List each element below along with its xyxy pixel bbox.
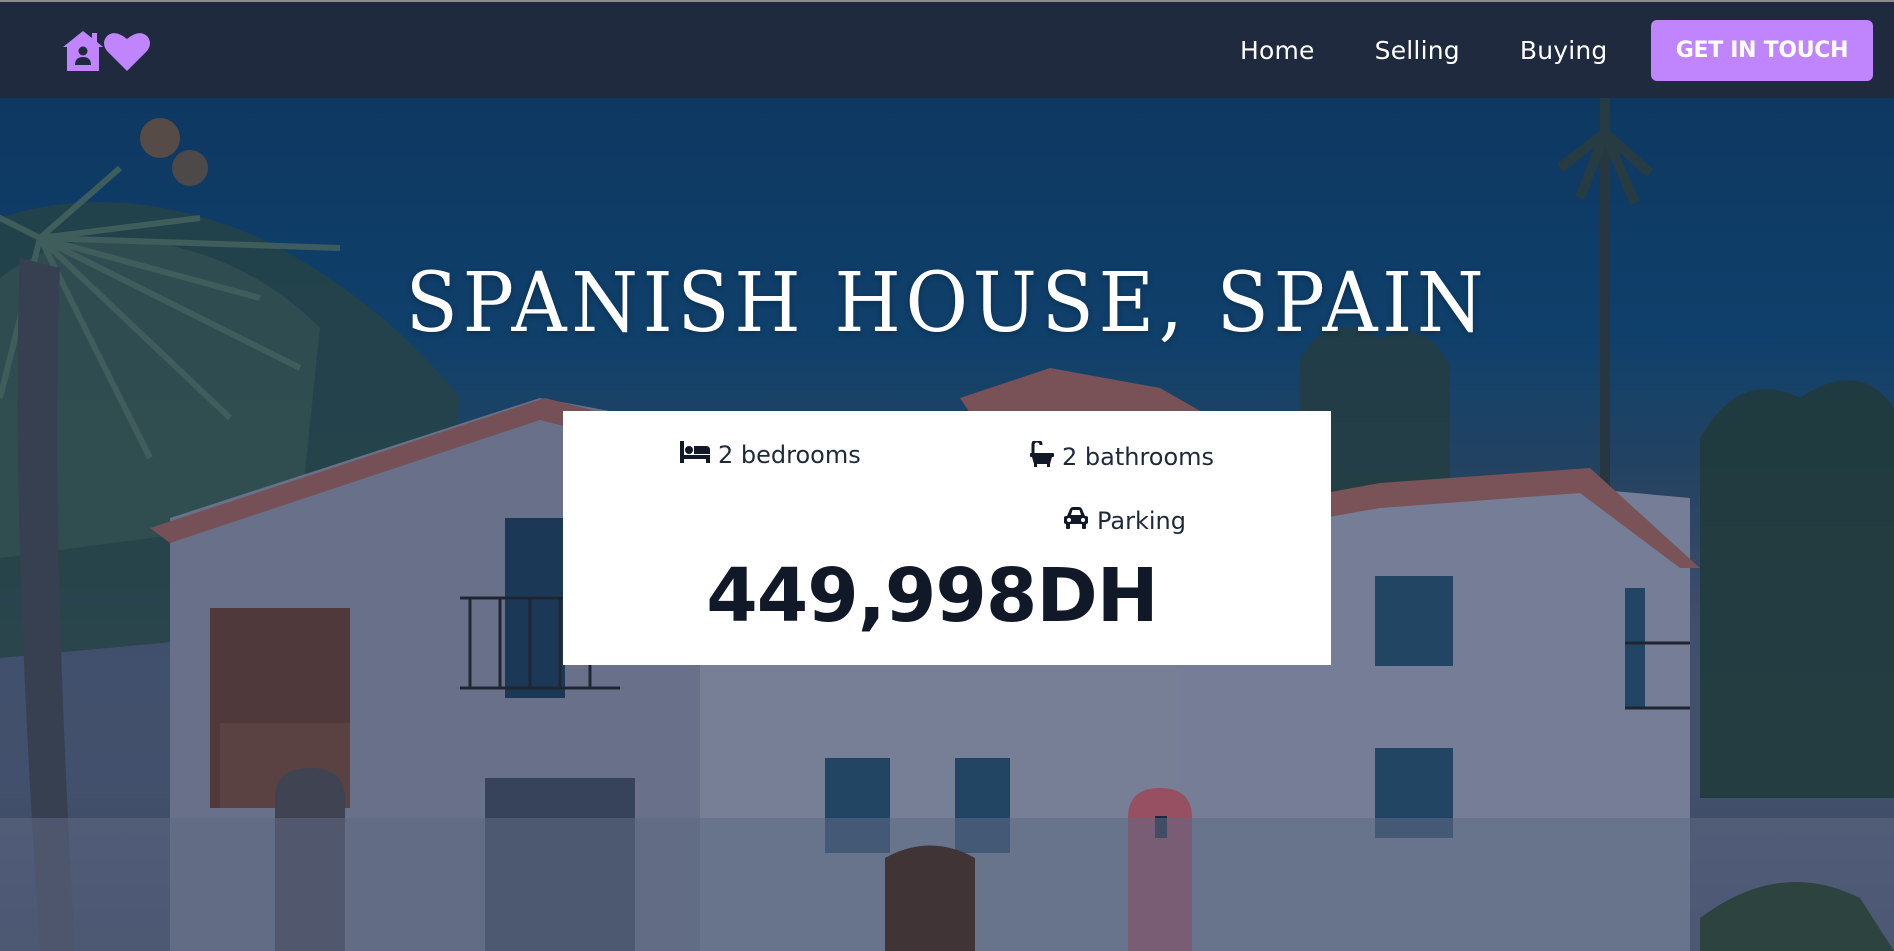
bed-icon (680, 441, 710, 469)
nav-links: Home Selling Buying (1240, 2, 1668, 98)
car-icon (1063, 507, 1089, 535)
parking-feature: Parking (1063, 507, 1186, 535)
listing-price: 449,998DH (706, 553, 1158, 639)
hero-title: SPANISH HOUSE, SPAIN (405, 256, 1489, 351)
house-heart-logo-icon[interactable] (59, 27, 151, 73)
bath-icon (1030, 439, 1054, 473)
parking-label: Parking (1097, 507, 1186, 535)
navbar: Home Selling Buying GET IN TOUCH (0, 2, 1894, 98)
bathrooms-feature: 2 bathrooms (1030, 439, 1215, 473)
bathrooms-label: 2 bathrooms (1062, 443, 1215, 471)
bedrooms-feature: 2 bedrooms (680, 441, 861, 469)
nav-link-home[interactable]: Home (1240, 36, 1315, 65)
nav-link-buying[interactable]: Buying (1520, 36, 1608, 65)
bedrooms-label: 2 bedrooms (718, 441, 861, 469)
nav-link-selling[interactable]: Selling (1375, 36, 1460, 65)
hero-section: SPANISH HOUSE, SPAIN 2 bedrooms 2 bathro… (0, 98, 1894, 951)
listing-card: 2 bedrooms 2 bathrooms Parking 449,998DH (563, 411, 1331, 665)
get-in-touch-button[interactable]: GET IN TOUCH (1651, 20, 1873, 81)
